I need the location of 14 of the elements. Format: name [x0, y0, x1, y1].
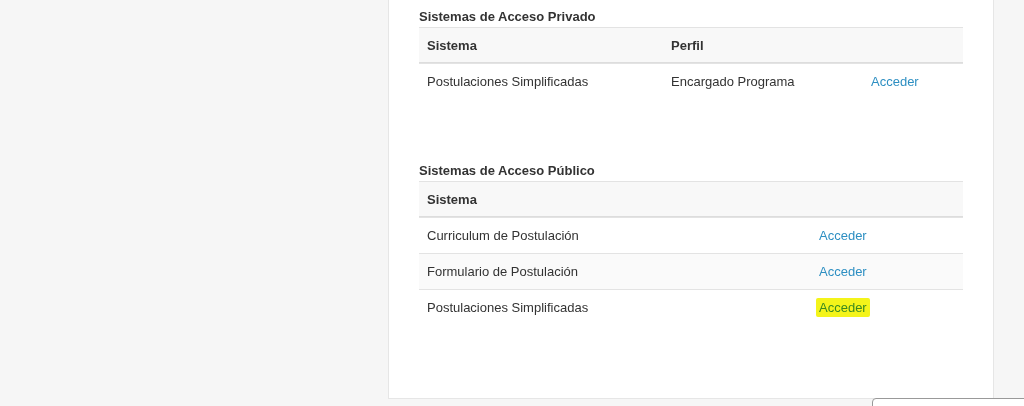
table-cell-text: Postulaciones Simplificadas	[426, 74, 590, 89]
access-link[interactable]: Acceder	[868, 72, 922, 91]
section-title: Sistemas de Acceso Privado	[419, 8, 597, 26]
table-cell-text: Encargado Programa	[671, 74, 796, 89]
column-header: Sistema	[426, 191, 478, 207]
column-header: Sistema	[426, 37, 478, 53]
column-header: Perfil	[671, 37, 705, 53]
access-link[interactable]: Acceder	[816, 298, 870, 317]
section-title: Sistemas de Acceso Público	[419, 162, 596, 180]
access-link[interactable]: Acceder	[816, 226, 870, 245]
access-link[interactable]: Acceder	[816, 262, 870, 281]
table-cell-text: Curriculum de Postulación	[426, 228, 580, 243]
table-cell-text: Formulario de Postulación	[426, 264, 580, 279]
table-cell-text: Postulaciones Simplificadas	[426, 300, 590, 315]
